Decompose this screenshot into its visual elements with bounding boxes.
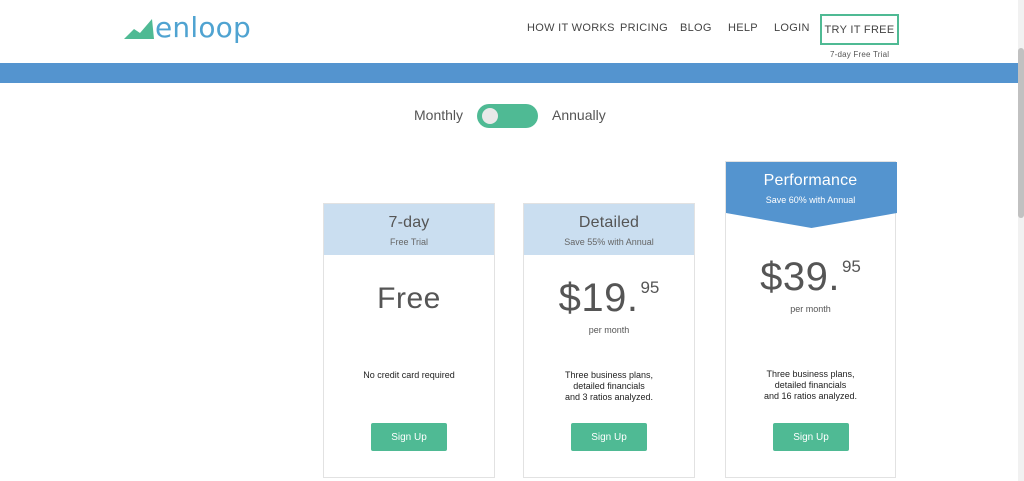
plan-header: Detailed Save 55% with Annual bbox=[524, 204, 694, 255]
plan-price: $19. 95 bbox=[524, 276, 694, 321]
plan-subtitle: Free Trial bbox=[389, 237, 428, 247]
scrollbar[interactable] bbox=[1018, 0, 1024, 481]
plan-card-detailed: Detailed Save 55% with Annual $19. 95 per… bbox=[523, 203, 695, 478]
try-it-free-button[interactable]: TRY IT FREE bbox=[820, 14, 899, 45]
plan-price: Free bbox=[377, 282, 441, 315]
site-header: enloop HOW IT WORKS PRICING BLOG HELP LO… bbox=[0, 0, 1018, 63]
plan-name: Detailed bbox=[578, 214, 640, 231]
description-line: Three business plans, bbox=[766, 369, 855, 379]
description-line: Three business plans, bbox=[564, 370, 654, 380]
plan-description: Three business plans, detailed financial… bbox=[524, 370, 694, 403]
description-line: No credit card required bbox=[363, 370, 455, 380]
description-line: and 16 ratios analyzed. bbox=[763, 391, 858, 401]
plan-name: 7-day bbox=[388, 214, 430, 231]
blue-band bbox=[0, 63, 1018, 83]
trial-note: 7-day Free Trial bbox=[830, 50, 890, 59]
description-line: detailed financials bbox=[573, 381, 645, 391]
description-line: detailed financials bbox=[774, 380, 847, 390]
plan-header: Performance Save 60% with Annual bbox=[726, 162, 897, 228]
price-cents: 95 bbox=[640, 278, 660, 297]
nav-help[interactable]: HELP bbox=[728, 22, 758, 34]
billing-toggle[interactable] bbox=[477, 104, 538, 128]
plan-card-7-day: 7-day Free Trial Free No credit card req… bbox=[323, 203, 495, 478]
price-period: per month bbox=[588, 325, 630, 335]
sign-up-button[interactable]: Sign Up bbox=[571, 423, 647, 451]
plan-subtitle: Save 55% with Annual bbox=[564, 237, 654, 247]
sign-up-button[interactable]: Sign Up bbox=[371, 423, 447, 451]
toggle-label-annually[interactable]: Annually bbox=[552, 107, 606, 123]
nav-how-it-works[interactable]: HOW IT WORKS bbox=[527, 22, 615, 34]
price-cents: 95 bbox=[841, 257, 861, 276]
plan-price: $39. 95 bbox=[726, 255, 895, 300]
plan-card-performance: Performance Save 60% with Annual $39. 95 … bbox=[725, 161, 897, 478]
nav-blog[interactable]: BLOG bbox=[680, 22, 712, 34]
price-amount: $19. bbox=[558, 276, 639, 320]
toggle-knob bbox=[482, 108, 498, 124]
sign-up-button[interactable]: Sign Up bbox=[773, 423, 849, 451]
nav-login[interactable]: LOGIN bbox=[774, 22, 810, 34]
plan-name: Performance bbox=[763, 172, 858, 189]
nav-pricing[interactable]: PRICING bbox=[620, 22, 668, 34]
toggle-label-monthly[interactable]: Monthly bbox=[414, 107, 463, 123]
price-period: per month bbox=[790, 304, 831, 314]
plan-header: 7-day Free Trial bbox=[324, 204, 494, 255]
plan-description: Three business plans, detailed financial… bbox=[726, 369, 895, 402]
plan-description: No credit card required bbox=[324, 370, 494, 381]
price-amount: $39. bbox=[760, 255, 840, 299]
description-line: and 3 ratios analyzed. bbox=[564, 392, 654, 402]
plan-subtitle: Save 60% with Annual bbox=[765, 195, 856, 205]
scrollbar-thumb[interactable] bbox=[1018, 48, 1024, 218]
